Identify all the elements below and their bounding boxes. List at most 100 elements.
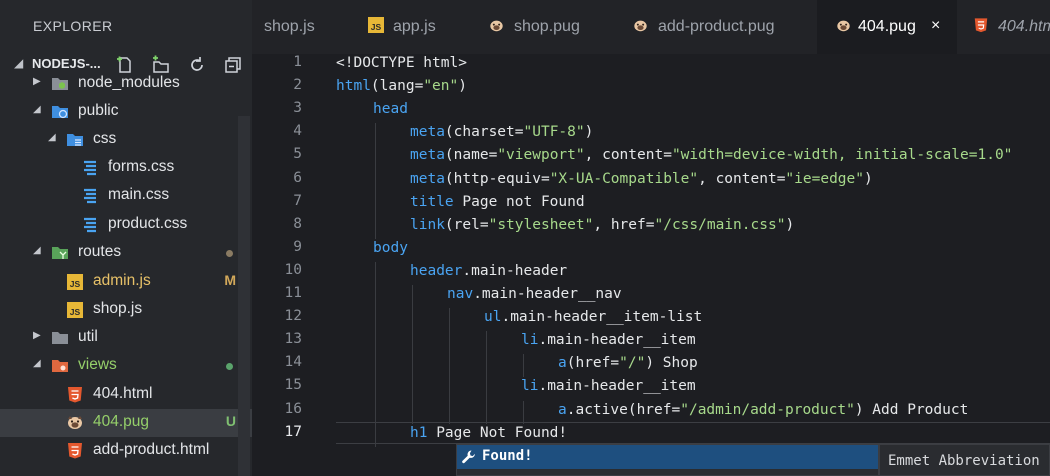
- code-token: href: [575, 355, 611, 372]
- tree-item-views[interactable]: ◢ views: [0, 352, 252, 380]
- css-file-icon: [84, 160, 96, 176]
- code-token: meta: [410, 124, 445, 141]
- js-file-icon: JS: [67, 274, 83, 290]
- line-number: 9: [293, 238, 302, 255]
- code-token: =: [514, 124, 524, 141]
- css-file-icon: [84, 217, 96, 233]
- code-line[interactable]: meta(charset="UTF-8"): [410, 121, 593, 144]
- chevron-down-icon[interactable]: ◢: [14, 56, 23, 70]
- code-token: =: [610, 355, 620, 372]
- chevron-right-icon[interactable]: ▶: [33, 76, 41, 87]
- code-token: .main-header__item: [538, 378, 696, 395]
- code-token: body: [373, 239, 408, 256]
- tree-item-404-pug[interactable]: 404.pug U: [0, 409, 252, 437]
- line-number: 2: [293, 77, 302, 94]
- tree-item-util[interactable]: ▶ util: [0, 324, 252, 352]
- tab-404-html[interactable]: 404.html: [957, 0, 1050, 54]
- folder-public-icon: [52, 106, 68, 119]
- code-line[interactable]: li.main-header__item: [521, 329, 696, 352]
- code-token: ): [584, 124, 594, 141]
- tab-404-pug[interactable]: 404.pug ×: [817, 0, 957, 54]
- tree-item-404-html[interactable]: 404.html: [0, 381, 252, 409]
- code-line[interactable]: a.active(href="/admin/add-product") Add …: [558, 399, 968, 422]
- tree-item-shop-js[interactable]: JS shop.js: [0, 296, 252, 324]
- html-file-icon: [68, 443, 82, 459]
- code-line[interactable]: meta(http-equiv="X-UA-Compatible", conte…: [410, 168, 873, 191]
- code-line[interactable]: body: [373, 237, 408, 260]
- code-token: content: [715, 170, 777, 187]
- code-token: ): [458, 78, 467, 95]
- wrench-icon: [462, 450, 475, 464]
- code-editor[interactable]: 1 2 3 4 5 6 7 8 9 10 11 12 13 14 15 16 17 <!DOCTYPE html…: [252, 54, 1050, 476]
- code-token: a: [558, 355, 567, 372]
- code-token: =: [663, 147, 672, 164]
- code-line[interactable]: link(rel="stylesheet", href="/css/main.c…: [410, 214, 794, 237]
- code-line[interactable]: html(lang="en"): [336, 75, 467, 98]
- tab-shop-js[interactable]: shop.js: [252, 0, 352, 54]
- tree-item-node-modules[interactable]: ▶ node_modules: [0, 70, 252, 98]
- tree-item-product-css[interactable]: product.css: [0, 211, 252, 239]
- code-token: "/": [619, 355, 646, 372]
- line-number: 13: [284, 331, 302, 348]
- code-token: ): [854, 401, 864, 418]
- pug-file-icon: [837, 20, 850, 32]
- explorer-sidebar: EXPLORER ◢ NODEJS-... ▶ node_modules ◢ p…: [0, 0, 252, 476]
- code-token: href: [636, 401, 672, 418]
- code-token: ): [864, 170, 873, 187]
- line-number: 10: [284, 261, 302, 278]
- code-token: meta: [410, 147, 445, 164]
- code-line[interactable]: ul.main-header__item-list: [484, 306, 702, 329]
- tree-item-routes[interactable]: ◢ routes: [0, 239, 252, 267]
- code-line[interactable]: h1 Page Not Found!: [410, 422, 567, 445]
- sidebar-scrollbar[interactable]: [238, 116, 250, 476]
- chevron-down-icon[interactable]: ◢: [48, 132, 56, 143]
- code-token: header: [410, 262, 463, 279]
- pug-file-icon: [490, 20, 503, 32]
- tab-add-product-pug[interactable]: add-product.pug: [612, 0, 817, 54]
- code-token: ul: [484, 309, 502, 326]
- code-token: a: [558, 401, 567, 418]
- autocomplete-item[interactable]: Found!: [457, 445, 878, 469]
- explorer-title: EXPLORER: [33, 18, 113, 34]
- code-line[interactable]: li.main-header__item: [521, 375, 696, 398]
- close-icon[interactable]: ×: [931, 17, 940, 35]
- code-token: ): [785, 216, 795, 233]
- chevron-right-icon[interactable]: ▶: [33, 330, 41, 341]
- code-token: "/admin/add-product": [680, 401, 855, 418]
- code-line[interactable]: a(href="/") Shop: [558, 352, 698, 375]
- folder-routes-icon: [52, 247, 68, 259]
- chevron-down-icon[interactable]: ◢: [33, 245, 41, 256]
- code-line[interactable]: meta(name="viewport", content="width=dev…: [410, 144, 1012, 167]
- tree-item-admin-js[interactable]: JS admin.js M: [0, 268, 252, 296]
- code-token: .active(: [566, 401, 637, 418]
- autocomplete-text: Found!: [482, 448, 533, 464]
- code-line[interactable]: title Page not Found: [410, 191, 585, 214]
- code-token: "stylesheet": [488, 216, 594, 233]
- code-line[interactable]: head: [373, 98, 408, 121]
- js-file-icon: JS: [67, 302, 83, 318]
- tree-item-public[interactable]: ◢ public: [0, 98, 252, 126]
- code-line[interactable]: header.main-header: [410, 260, 567, 283]
- tab-shop-pug[interactable]: shop.pug: [468, 0, 612, 54]
- code-token: Page not Found: [453, 193, 585, 210]
- code-token: title: [410, 193, 454, 210]
- code-line[interactable]: <!DOCTYPE html>: [336, 54, 467, 75]
- tree-item-add-product-html[interactable]: add-product.html: [0, 437, 252, 465]
- code-line[interactable]: nav.main-header__nav: [447, 283, 622, 306]
- tree-item-forms-css[interactable]: forms.css: [0, 154, 252, 182]
- code-token: Page Not Found!: [427, 424, 568, 441]
- chevron-down-icon[interactable]: ◢: [33, 104, 41, 115]
- code-token: meta: [410, 170, 445, 187]
- code-token: .main-header__item: [538, 332, 696, 349]
- project-name: NODEJS-...: [32, 56, 101, 71]
- tree-item-main-css[interactable]: main.css: [0, 182, 252, 210]
- autocomplete-detail-text: Emmet Abbreviation: [888, 453, 1040, 469]
- code-token: "width=device-width, initial-scale=1.0": [671, 147, 1013, 164]
- code-token: "viewport": [497, 147, 585, 164]
- code-area[interactable]: <!DOCTYPE html> html(lang="en") head meta(c…: [336, 54, 1050, 476]
- tab-app-js[interactable]: JS app.js: [352, 0, 468, 54]
- tree-item-css[interactable]: ◢ css: [0, 126, 252, 154]
- line-number: 14: [284, 354, 302, 371]
- chevron-down-icon[interactable]: ◢: [33, 358, 41, 369]
- code-token: rel: [453, 216, 480, 233]
